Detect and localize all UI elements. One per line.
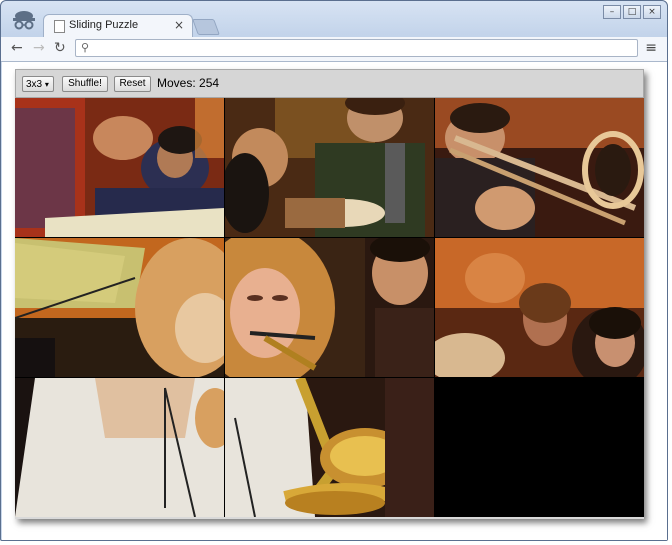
puzzle-controls: 3x3 ▾ Shuffle! Reset Moves: 254	[15, 69, 644, 98]
back-arrow-icon[interactable]: ←	[11, 40, 23, 56]
forward-arrow-icon[interactable]: →	[33, 40, 45, 56]
page-content: 3x3 ▾ Shuffle! Reset Moves: 254	[2, 62, 667, 540]
moves-label: Moves:	[157, 76, 200, 90]
new-tab-button[interactable]	[192, 19, 220, 35]
puzzle-tile[interactable]	[15, 238, 224, 377]
address-input[interactable]	[96, 41, 626, 55]
address-bar[interactable]: ⚲	[75, 39, 638, 57]
reload-icon[interactable]: ↻	[54, 40, 66, 56]
maximize-button[interactable]: □	[623, 5, 641, 19]
grid-divider	[224, 98, 225, 517]
shuffle-button[interactable]: Shuffle!	[62, 76, 108, 92]
puzzle-tile[interactable]	[435, 238, 644, 377]
puzzle-tile[interactable]	[435, 98, 644, 237]
puzzle-tile[interactable]	[225, 98, 434, 237]
size-select[interactable]: 3x3 ▾	[22, 76, 54, 92]
window-close-button[interactable]: ×	[643, 5, 661, 19]
moves-counter: Moves: 254	[157, 76, 219, 90]
moves-value: 254	[199, 76, 220, 90]
incognito-icon	[13, 11, 35, 30]
menu-icon[interactable]: ≡	[645, 40, 657, 56]
grid-divider	[15, 237, 644, 238]
page-icon	[54, 20, 65, 33]
minimize-button[interactable]: –	[603, 5, 621, 19]
window-controls: – □ ×	[603, 5, 661, 19]
reset-button[interactable]: Reset	[114, 76, 151, 92]
sliding-puzzle: 3x3 ▾ Shuffle! Reset Moves: 254	[15, 69, 644, 519]
puzzle-tile[interactable]	[15, 378, 224, 517]
puzzle-tile[interactable]	[225, 378, 434, 517]
puzzle-tile[interactable]	[225, 238, 434, 377]
tab-close-icon[interactable]: ×	[174, 18, 184, 32]
empty-tile	[435, 378, 644, 517]
browser-window: Sliding Puzzle × – □ × ← → ↻ ⚲ ≡ 3x3 ▾ S…	[0, 0, 668, 541]
grid-divider	[15, 377, 434, 378]
search-icon: ⚲	[81, 41, 90, 54]
puzzle-board	[15, 98, 644, 517]
tab-title: Sliding Puzzle	[69, 19, 139, 31]
title-bar: Sliding Puzzle × – □ ×	[1, 1, 667, 37]
chevron-down-icon: ▾	[44, 80, 49, 89]
puzzle-tile[interactable]	[15, 98, 224, 237]
size-select-value: 3x3	[26, 79, 43, 90]
tab-sliding-puzzle[interactable]: Sliding Puzzle ×	[43, 14, 193, 37]
browser-toolbar: ← → ↻ ⚲ ≡	[1, 37, 667, 62]
